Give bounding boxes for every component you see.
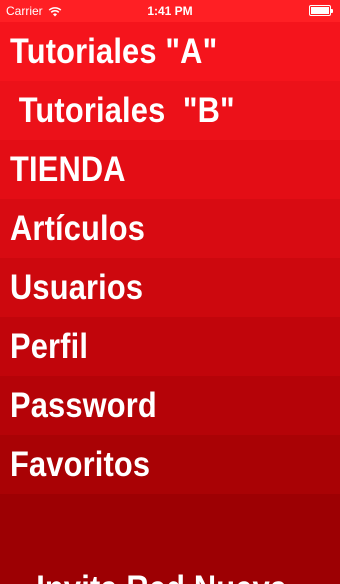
menu-item-usuarios[interactable]: Usuarios (0, 258, 340, 317)
menu-item-tutoriales-a[interactable]: Tutoriales "A" (0, 22, 340, 81)
menu-item-tutoriales-b[interactable]: Tutoriales "B" (0, 81, 340, 140)
menu-item-label: Favoritos (10, 445, 151, 484)
menu-item-label: TIENDA (10, 150, 126, 189)
menu-item-label: Tutoriales "B" (10, 91, 235, 130)
menu-item-label: Artículos (10, 209, 146, 248)
menu-item-label: Perfil (10, 327, 89, 366)
menu-item-articulos[interactable]: Artículos (0, 199, 340, 258)
menu-item-tienda[interactable]: TIENDA (0, 140, 340, 199)
menu-item-password[interactable]: Password (0, 376, 340, 435)
menu-item-label: Password (10, 386, 157, 425)
main-menu: Tutoriales "A" Tutoriales "B" TIENDA Art… (0, 22, 340, 584)
menu-item-label: Tutoriales "A" (10, 32, 218, 71)
battery-icon (309, 5, 333, 16)
menu-item-perfil[interactable]: Perfil (0, 317, 340, 376)
menu-item-label: ...Invita Red Nueva (10, 571, 287, 584)
menu-item-favoritos[interactable]: Favoritos (0, 435, 340, 494)
status-time: 1:41 PM (147, 4, 193, 18)
menu-item-label: Usuarios (10, 268, 144, 307)
status-bar: Carrier 1:41 PM (0, 0, 340, 22)
menu-item-invita-red[interactable]: ...Invita Red Nueva (0, 494, 340, 584)
battery-level (311, 7, 329, 14)
